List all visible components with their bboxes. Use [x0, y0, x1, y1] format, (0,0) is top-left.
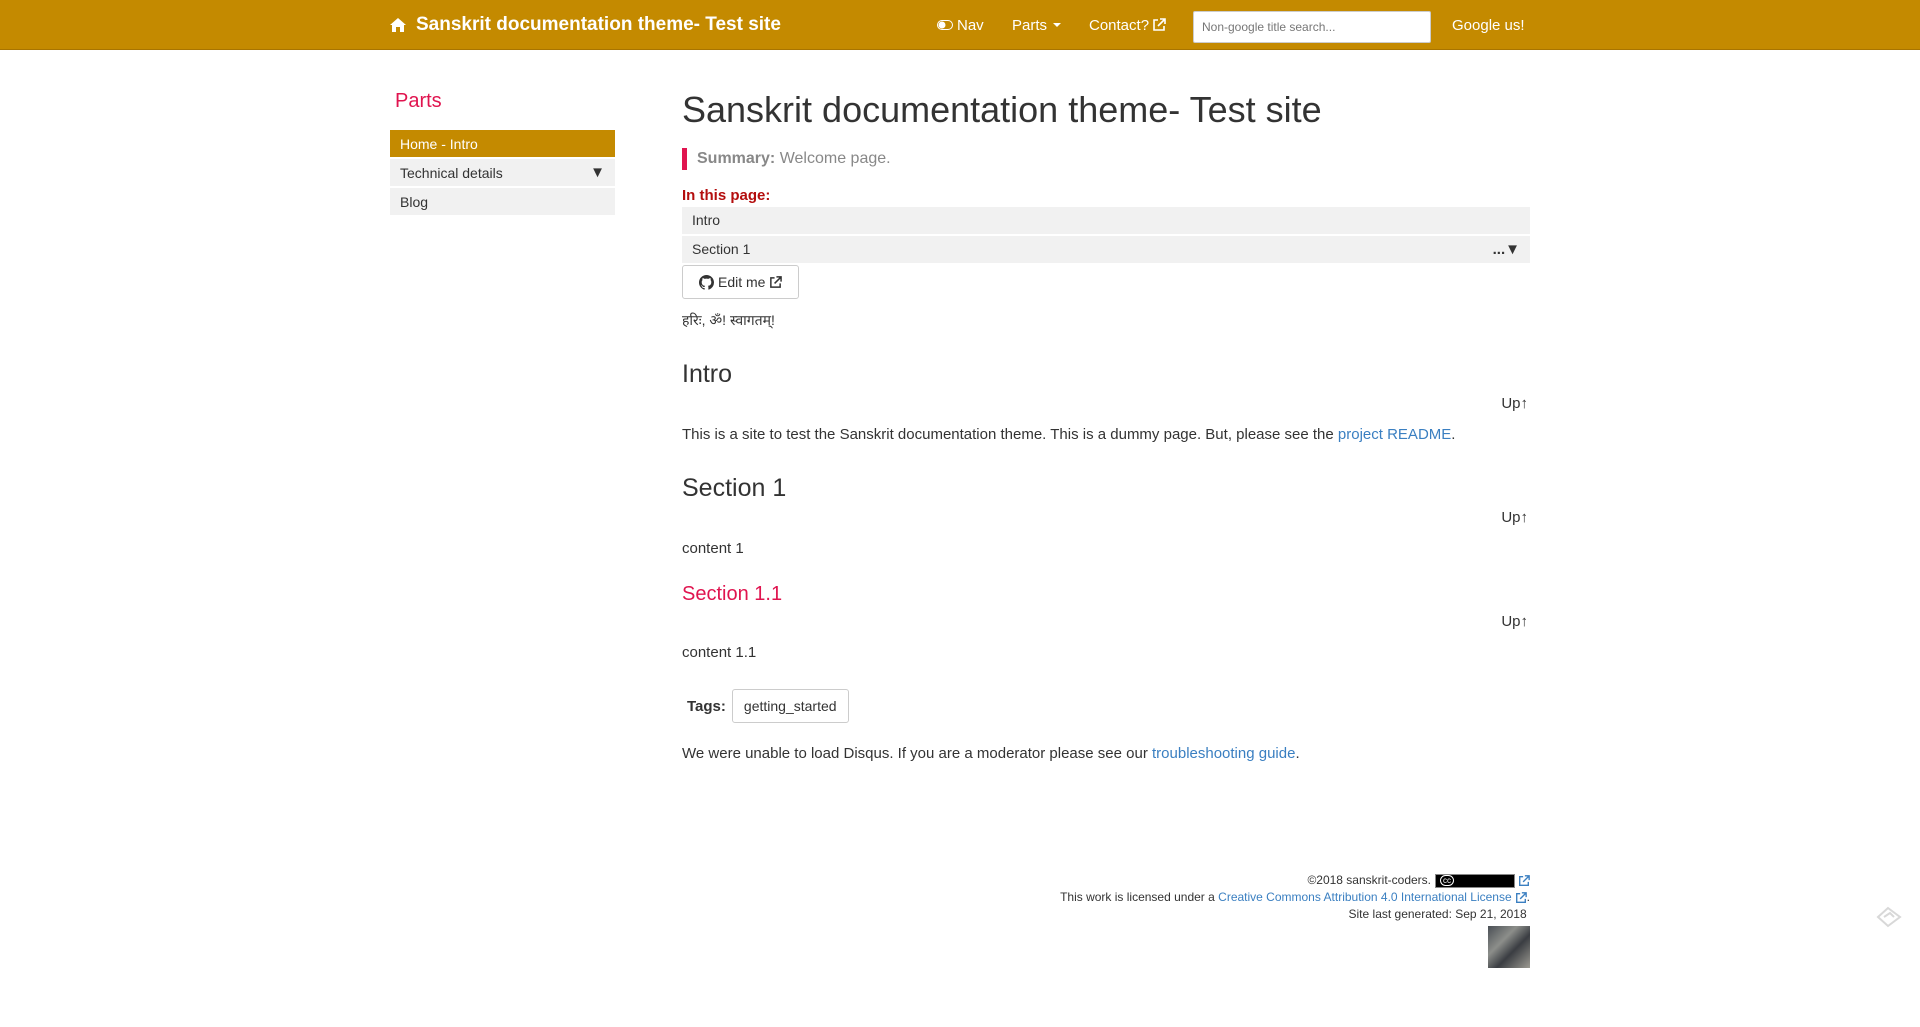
toc-expand-button[interactable]: ...▼ — [1493, 236, 1520, 263]
section-1-1-paragraph: content 1.1 — [682, 644, 757, 661]
footer: ©2018 sanskrit-coders. cc This work is l… — [1060, 872, 1530, 971]
footer-thumbnail-image — [1488, 926, 1530, 968]
page-title: Sanskrit documentation theme- Test site — [682, 89, 1322, 130]
home-icon — [390, 18, 406, 32]
summary: Summary: Welcome page. — [682, 148, 1530, 170]
footer-license-line: This work is licensed under a Creative C… — [1060, 889, 1530, 906]
footer-generated-line: Site last generated: Sep 21, 2018 — [1060, 906, 1530, 923]
toggle-icon — [937, 20, 953, 30]
sidebar-item-label: Home - Intro — [400, 135, 478, 152]
sidebar-item-blog[interactable]: Blog — [390, 188, 615, 215]
sidebar-title: Parts — [395, 90, 442, 112]
google-link[interactable]: Google us! — [1452, 0, 1525, 50]
heading-section-1: Section 1 — [682, 474, 787, 502]
contact-link[interactable]: Contact? — [1089, 0, 1170, 50]
disqus-end: . — [1295, 745, 1300, 762]
project-readme-link[interactable]: project README — [1338, 426, 1451, 443]
github-icon — [699, 274, 714, 290]
sidebar-item-technical-details[interactable]: Technical details ▼ — [390, 159, 615, 186]
up-link[interactable]: Up↑ — [682, 395, 1528, 415]
external-link-icon — [1153, 18, 1166, 31]
toc-label: In this page: — [682, 187, 771, 204]
brand-title: Sanskrit documentation theme- Test site — [416, 14, 781, 35]
caret-down-icon — [1053, 23, 1062, 27]
summary-text: Welcome page. — [779, 150, 891, 167]
heading-section-1-1: Section 1.1 — [682, 583, 783, 605]
pen-icon[interactable] — [1876, 906, 1902, 928]
external-link-icon — [1519, 874, 1530, 886]
heading-intro: Intro — [682, 360, 733, 388]
copyright-text: ©2018 sanskrit-coders. — [1307, 873, 1431, 887]
up-link[interactable]: Up↑ — [682, 613, 1528, 633]
license-end: . — [1526, 890, 1530, 904]
parts-dropdown[interactable]: Parts — [1012, 0, 1062, 50]
intro-end: . — [1451, 426, 1456, 443]
main-content: Sanskrit documentation theme- Test site … — [682, 85, 1530, 762]
contact-label: Contact? — [1089, 16, 1150, 34]
section-1-paragraph: content 1 — [682, 540, 744, 557]
nav-toggle-button[interactable]: Nav — [937, 0, 984, 50]
troubleshooting-guide-link[interactable]: troubleshooting guide — [1152, 745, 1295, 762]
sidebar: Parts Home - Intro Technical details ▼ B… — [390, 90, 615, 217]
tags-row: Tags: getting_started — [682, 689, 1530, 723]
expand-arrow-icon[interactable]: ▼ — [590, 164, 605, 181]
parts-label: Parts — [1012, 16, 1048, 34]
tag-button[interactable]: getting_started — [731, 689, 849, 723]
edit-me-label: Edit me — [718, 274, 766, 290]
cc-by-badge-icon[interactable]: cc — [1435, 873, 1515, 888]
external-link-icon — [1515, 891, 1527, 903]
footer-image-wrap — [1060, 923, 1530, 971]
brand-link[interactable]: Sanskrit documentation theme- Test site — [390, 0, 781, 50]
toc-item-section-1[interactable]: Section 1 ...▼ — [682, 236, 1530, 263]
intro-paragraph: This is a site to test the Sanskrit docu… — [682, 425, 1530, 445]
edit-me-button[interactable]: Edit me — [682, 265, 800, 299]
navbar: Sanskrit documentation theme- Test site … — [0, 0, 1920, 50]
disqus-message: We were unable to load Disqus. If you ar… — [682, 745, 1530, 762]
disqus-text: We were unable to load Disqus. If you ar… — [682, 745, 1148, 762]
sidebar-item-home-intro[interactable]: Home - Intro — [390, 130, 615, 157]
cc-license-link[interactable]: Creative Commons Attribution 4.0 Interna… — [1218, 889, 1512, 906]
toc-item-label: Section 1 — [692, 241, 751, 257]
intro-text: This is a site to test the Sanskrit docu… — [682, 426, 1334, 443]
sidebar-item-label: Technical details — [400, 164, 503, 181]
tags-label: Tags: — [687, 697, 726, 715]
external-link-icon — [770, 275, 783, 288]
toc-item-intro[interactable]: Intro — [682, 207, 1530, 234]
sidebar-item-label: Blog — [400, 193, 429, 210]
sanskrit-greeting: हरिः, ॐ! स्वागतम्! — [682, 312, 775, 328]
toc-item-label: Intro — [692, 212, 721, 228]
license-prefix: This work is licensed under a — [1060, 890, 1215, 904]
up-link[interactable]: Up↑ — [682, 509, 1528, 529]
nav-label: Nav — [957, 16, 984, 34]
generated-text: Site last generated: Sep 21, 2018 — [1348, 907, 1527, 921]
summary-label: Summary: — [697, 150, 776, 167]
title-search-input[interactable] — [1193, 11, 1431, 43]
footer-copyright-line: ©2018 sanskrit-coders. cc — [1060, 872, 1530, 889]
